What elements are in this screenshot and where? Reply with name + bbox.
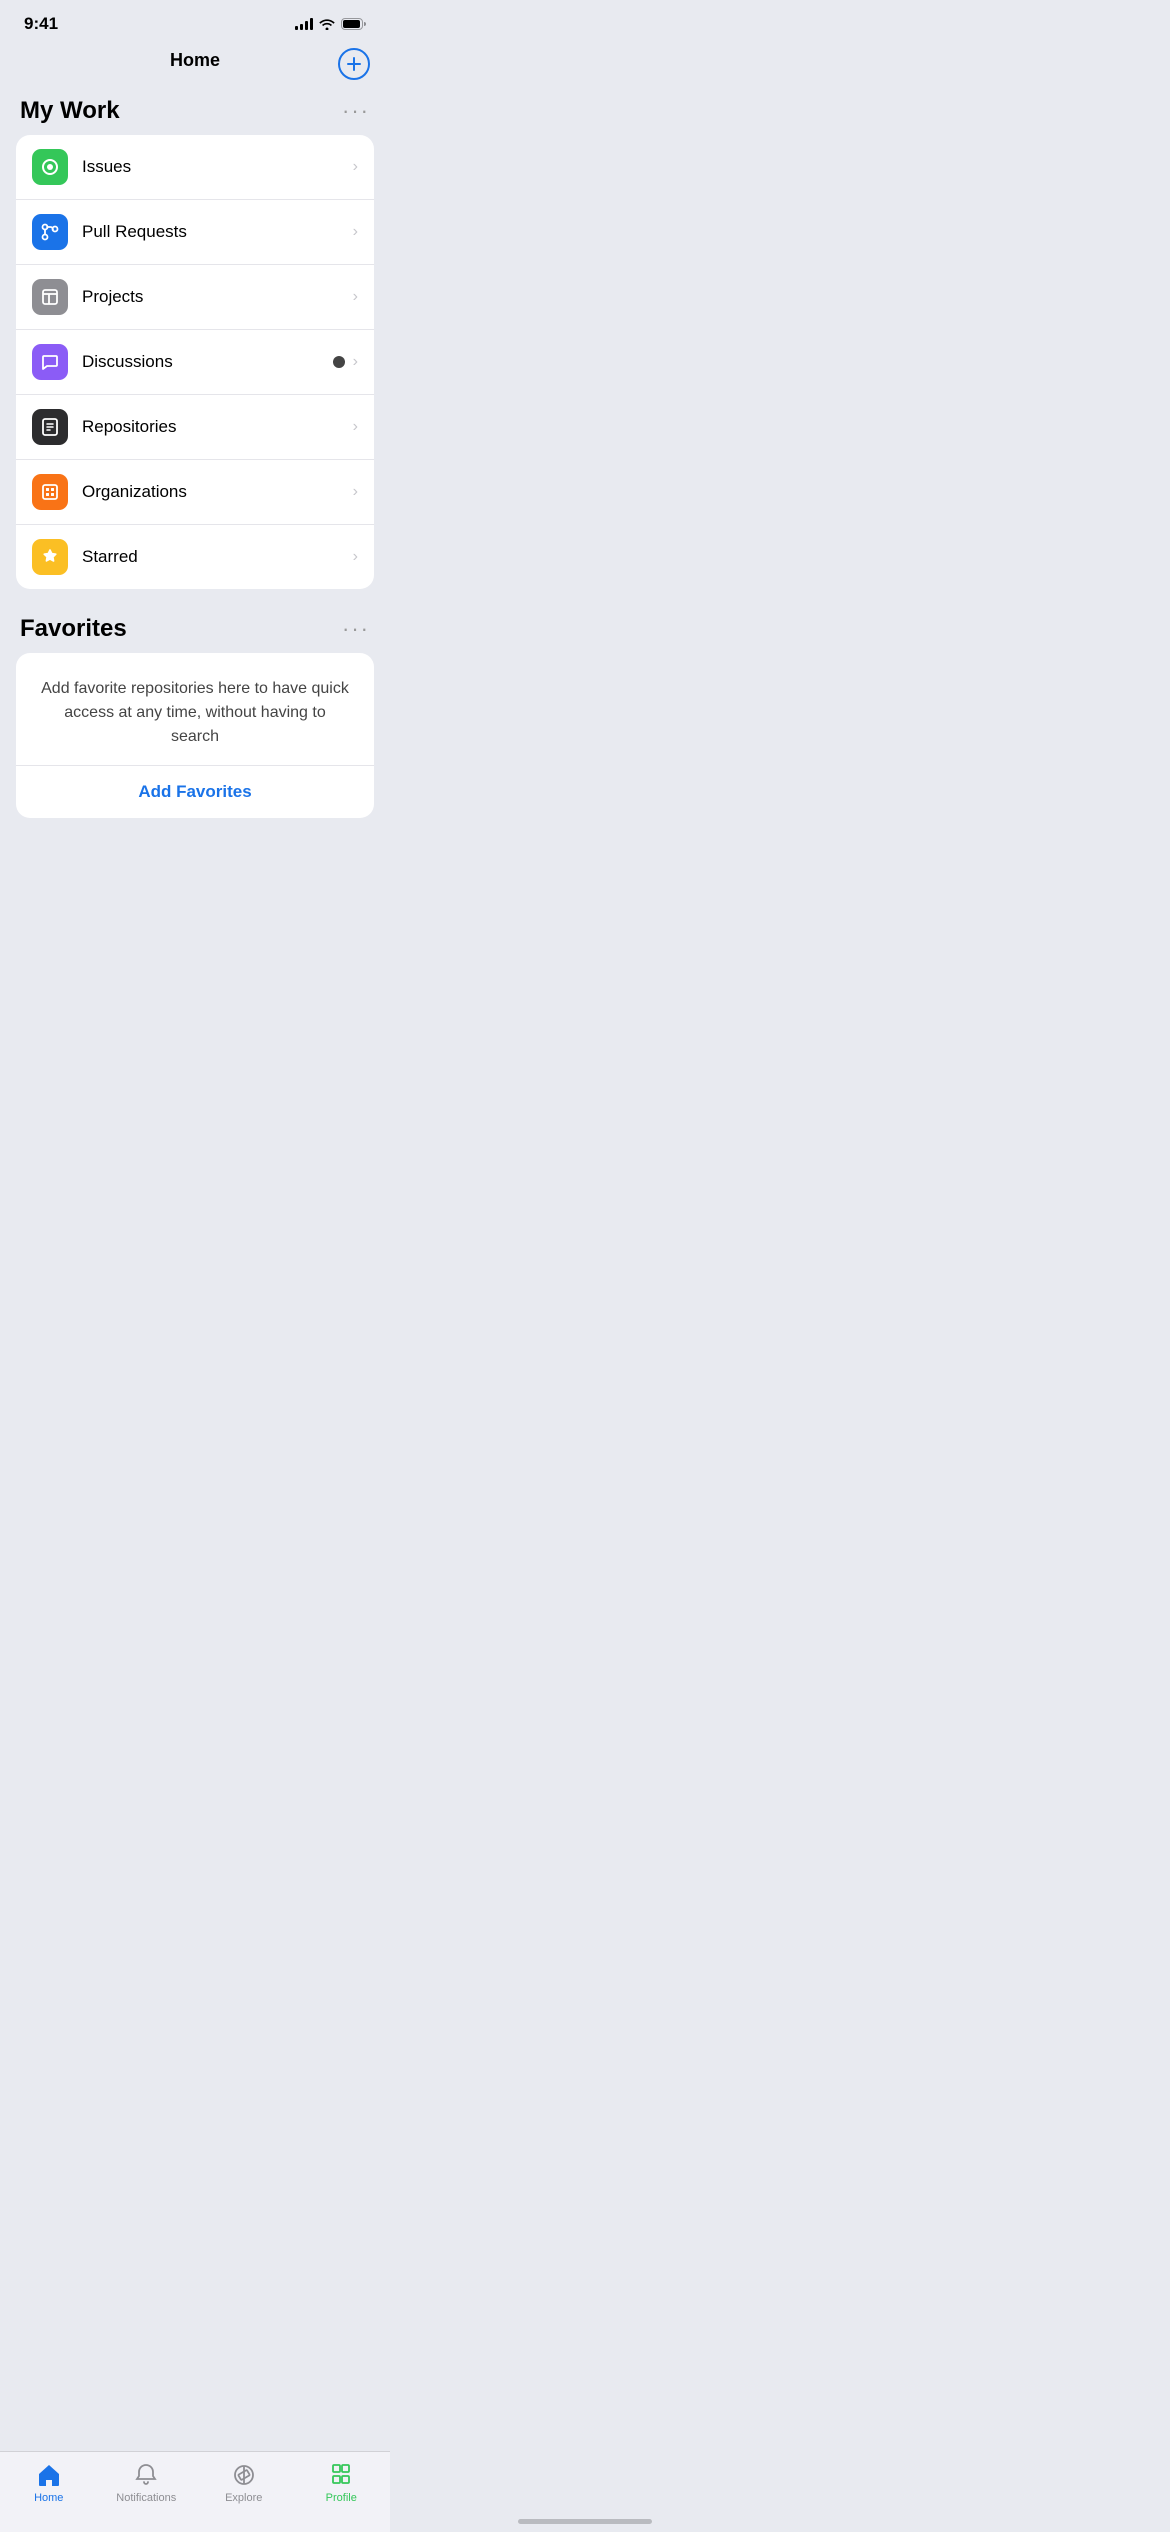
projects-chevron: ›: [353, 288, 358, 306]
profile-tab-label: Profile: [326, 2492, 357, 2504]
favorites-card: Add favorite repositories here to have q…: [16, 653, 374, 818]
add-button[interactable]: [338, 48, 370, 80]
discussions-item[interactable]: Discussions ›: [16, 330, 374, 395]
discussions-badge: [333, 356, 345, 368]
starred-chevron: ›: [353, 548, 358, 566]
my-work-title: My Work: [20, 97, 120, 125]
favorites-empty-text: Add favorite repositories here to have q…: [16, 653, 374, 765]
favorites-title: Favorites: [20, 615, 127, 643]
profile-tab-icon: [328, 2462, 354, 2488]
projects-item[interactable]: Projects ›: [16, 265, 374, 330]
status-icons: [295, 18, 366, 30]
page-title: Home: [170, 50, 220, 71]
notifications-tab-label: Notifications: [116, 2492, 176, 2504]
page-header: Home: [0, 40, 390, 87]
tab-profile[interactable]: Profile: [293, 2462, 391, 2504]
status-time: 9:41: [24, 14, 58, 34]
starred-label: Starred: [82, 547, 353, 567]
tab-notifications[interactable]: Notifications: [98, 2462, 196, 2504]
notifications-tab-icon: [133, 2462, 159, 2488]
repositories-label: Repositories: [82, 417, 353, 437]
pull-requests-icon: [32, 214, 68, 250]
repositories-icon: [32, 409, 68, 445]
issues-label: Issues: [82, 157, 353, 177]
favorites-section-header: Favorites ···: [0, 605, 390, 653]
tab-bar: Home Notifications Explore: [0, 2451, 390, 2532]
repositories-item[interactable]: Repositories ›: [16, 395, 374, 460]
starred-item[interactable]: Starred ›: [16, 525, 374, 589]
organizations-chevron: ›: [353, 483, 358, 501]
issues-item[interactable]: Issues ›: [16, 135, 374, 200]
projects-label: Projects: [82, 287, 353, 307]
battery-icon: [341, 18, 366, 30]
starred-icon: [32, 539, 68, 575]
home-tab-icon: [36, 2462, 62, 2488]
my-work-card: Issues › Pull Requests ›: [16, 135, 374, 589]
explore-tab-icon: [231, 2462, 257, 2488]
discussions-label: Discussions: [82, 352, 333, 372]
my-work-more-button[interactable]: ···: [342, 98, 370, 124]
signal-icon: [295, 18, 313, 30]
discussions-chevron: ›: [353, 353, 358, 371]
my-work-section-header: My Work ···: [0, 87, 390, 135]
pull-requests-label: Pull Requests: [82, 222, 353, 242]
projects-icon: [32, 279, 68, 315]
status-bar: 9:41: [0, 0, 390, 40]
explore-tab-label: Explore: [225, 2492, 262, 2504]
tab-home[interactable]: Home: [0, 2462, 98, 2504]
wifi-icon: [319, 18, 335, 30]
pull-requests-item[interactable]: Pull Requests ›: [16, 200, 374, 265]
organizations-item[interactable]: Organizations ›: [16, 460, 374, 525]
pull-requests-chevron: ›: [353, 223, 358, 241]
home-indicator: [518, 2519, 652, 2524]
issues-icon: [32, 149, 68, 185]
organizations-label: Organizations: [82, 482, 353, 502]
tab-explore[interactable]: Explore: [195, 2462, 293, 2504]
add-favorites-button[interactable]: Add Favorites: [16, 766, 374, 818]
home-tab-label: Home: [34, 2492, 63, 2504]
organizations-icon: [32, 474, 68, 510]
repositories-chevron: ›: [353, 418, 358, 436]
discussions-icon: [32, 344, 68, 380]
favorites-more-button[interactable]: ···: [342, 616, 370, 642]
issues-chevron: ›: [353, 158, 358, 176]
